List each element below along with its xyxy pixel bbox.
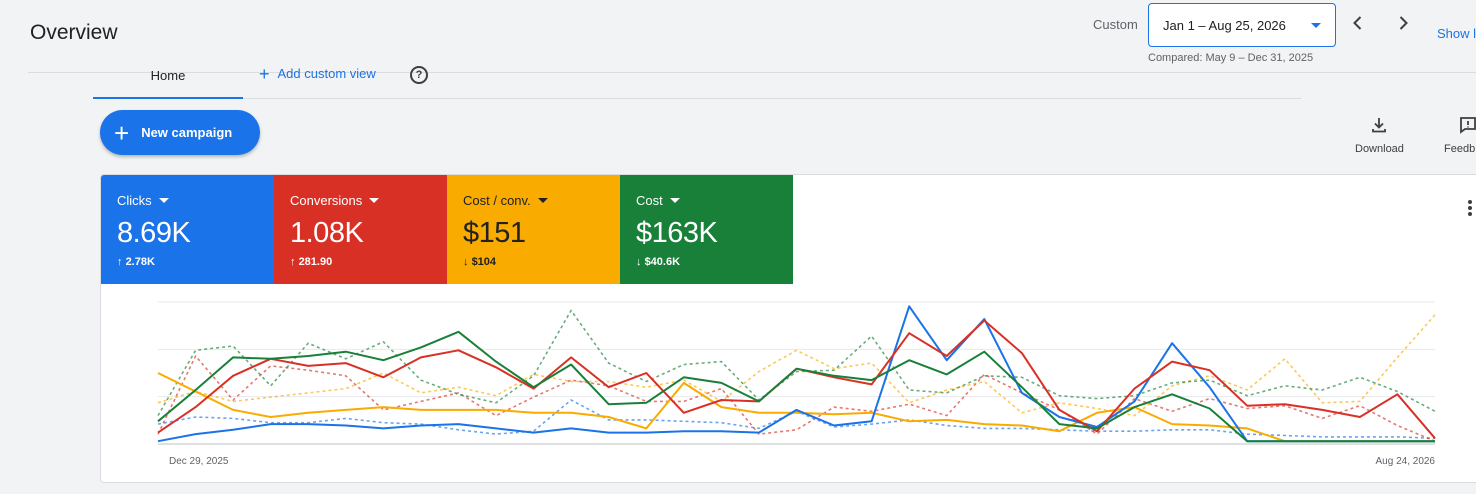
next-period-button[interactable] xyxy=(1392,12,1414,34)
dropdown-caret-icon xyxy=(537,198,548,203)
dropdown-caret-icon xyxy=(669,198,680,203)
more-options-icon[interactable] xyxy=(1467,199,1473,217)
chart-series xyxy=(157,305,1436,443)
help-icon[interactable]: ? xyxy=(410,66,428,84)
metric-delta-value: 281.90 xyxy=(298,256,333,268)
download-label: Download xyxy=(1355,143,1404,155)
download-button[interactable]: Download xyxy=(1355,115,1404,155)
x-tick-label-end: Aug 24, 2026 xyxy=(1376,456,1436,467)
plus-icon: + xyxy=(259,63,270,84)
arrow-up-icon: ↑ xyxy=(290,256,296,268)
metric-delta-value: $104 xyxy=(471,256,497,268)
date-range-value: Jan 1 – Aug 25, 2026 xyxy=(1163,17,1286,33)
arrow-down-icon: ↓ xyxy=(636,256,642,268)
metric-label: Conversions xyxy=(290,193,363,208)
metric-delta: ↓ $104 xyxy=(463,256,620,268)
metric-delta: ↑ 281.90 xyxy=(290,256,447,268)
new-campaign-button[interactable]: + New campaign xyxy=(100,110,260,155)
arrow-up-icon: ↑ xyxy=(117,256,123,268)
metric-tile-cost-per-conv[interactable]: Cost / conv. $151 ↓ $104 xyxy=(447,175,620,284)
metric-delta: ↑ 2.78K xyxy=(117,256,274,268)
date-range-select[interactable]: Jan 1 – Aug 25, 2026 xyxy=(1148,3,1336,47)
feedback-icon xyxy=(1460,117,1476,134)
metric-value: $151 xyxy=(463,217,526,249)
metric-tile-clicks[interactable]: Clicks 8.69K ↑ 2.78K xyxy=(101,175,274,284)
download-icon xyxy=(1372,118,1387,133)
metric-value: $163K xyxy=(636,217,718,249)
date-range-type-label: Custom xyxy=(1093,17,1138,32)
chevron-right-icon xyxy=(1399,16,1408,30)
metric-label: Clicks xyxy=(117,193,152,208)
previous-period-button[interactable] xyxy=(1347,12,1369,34)
series-line-cost-compared xyxy=(157,309,1436,416)
performance-card: Clicks 8.69K ↑ 2.78K Conversions 1.08K ↑… xyxy=(100,174,1476,483)
add-custom-view-label: Add custom view xyxy=(277,66,376,81)
dropdown-caret-icon xyxy=(1311,23,1321,28)
arrow-down-icon: ↓ xyxy=(463,256,469,268)
feedback-label: Feedb xyxy=(1444,143,1476,155)
tab-home[interactable]: Home xyxy=(93,62,243,99)
show-link[interactable]: Show l xyxy=(1437,26,1476,41)
dropdown-caret-icon xyxy=(369,198,380,203)
chevron-left-icon xyxy=(1353,16,1362,30)
metric-delta: ↓ $40.6K xyxy=(636,256,793,268)
metric-delta-value: $40.6K xyxy=(644,256,681,268)
add-custom-view-button[interactable]: + Add custom view xyxy=(259,63,376,84)
performance-chart: Dec 29, 2025 Aug 24, 2026 xyxy=(157,301,1436,467)
metric-tile-cost[interactable]: Cost $163K ↓ $40.6K xyxy=(620,175,793,284)
dropdown-caret-icon xyxy=(158,198,169,203)
metric-tile-conversions[interactable]: Conversions 1.08K ↑ 281.90 xyxy=(274,175,447,284)
metric-value: 8.69K xyxy=(117,217,191,249)
plus-icon: + xyxy=(114,117,130,148)
series-line-clicks-compared xyxy=(157,399,1436,440)
chart-gridlines xyxy=(158,301,1435,445)
x-tick-label-start: Dec 29, 2025 xyxy=(169,456,229,467)
metric-label: Cost / conv. xyxy=(463,193,531,208)
page-title: Overview xyxy=(30,21,118,44)
metric-value: 1.08K xyxy=(290,217,364,249)
feedback-button[interactable]: Feedb xyxy=(1444,115,1476,155)
metric-delta-value: 2.78K xyxy=(125,256,155,268)
view-tabs: Home + Add custom view ? xyxy=(93,62,1301,99)
new-campaign-label: New campaign xyxy=(141,125,233,140)
series-line-clicks xyxy=(157,305,1435,443)
metric-label: Cost xyxy=(636,193,663,208)
